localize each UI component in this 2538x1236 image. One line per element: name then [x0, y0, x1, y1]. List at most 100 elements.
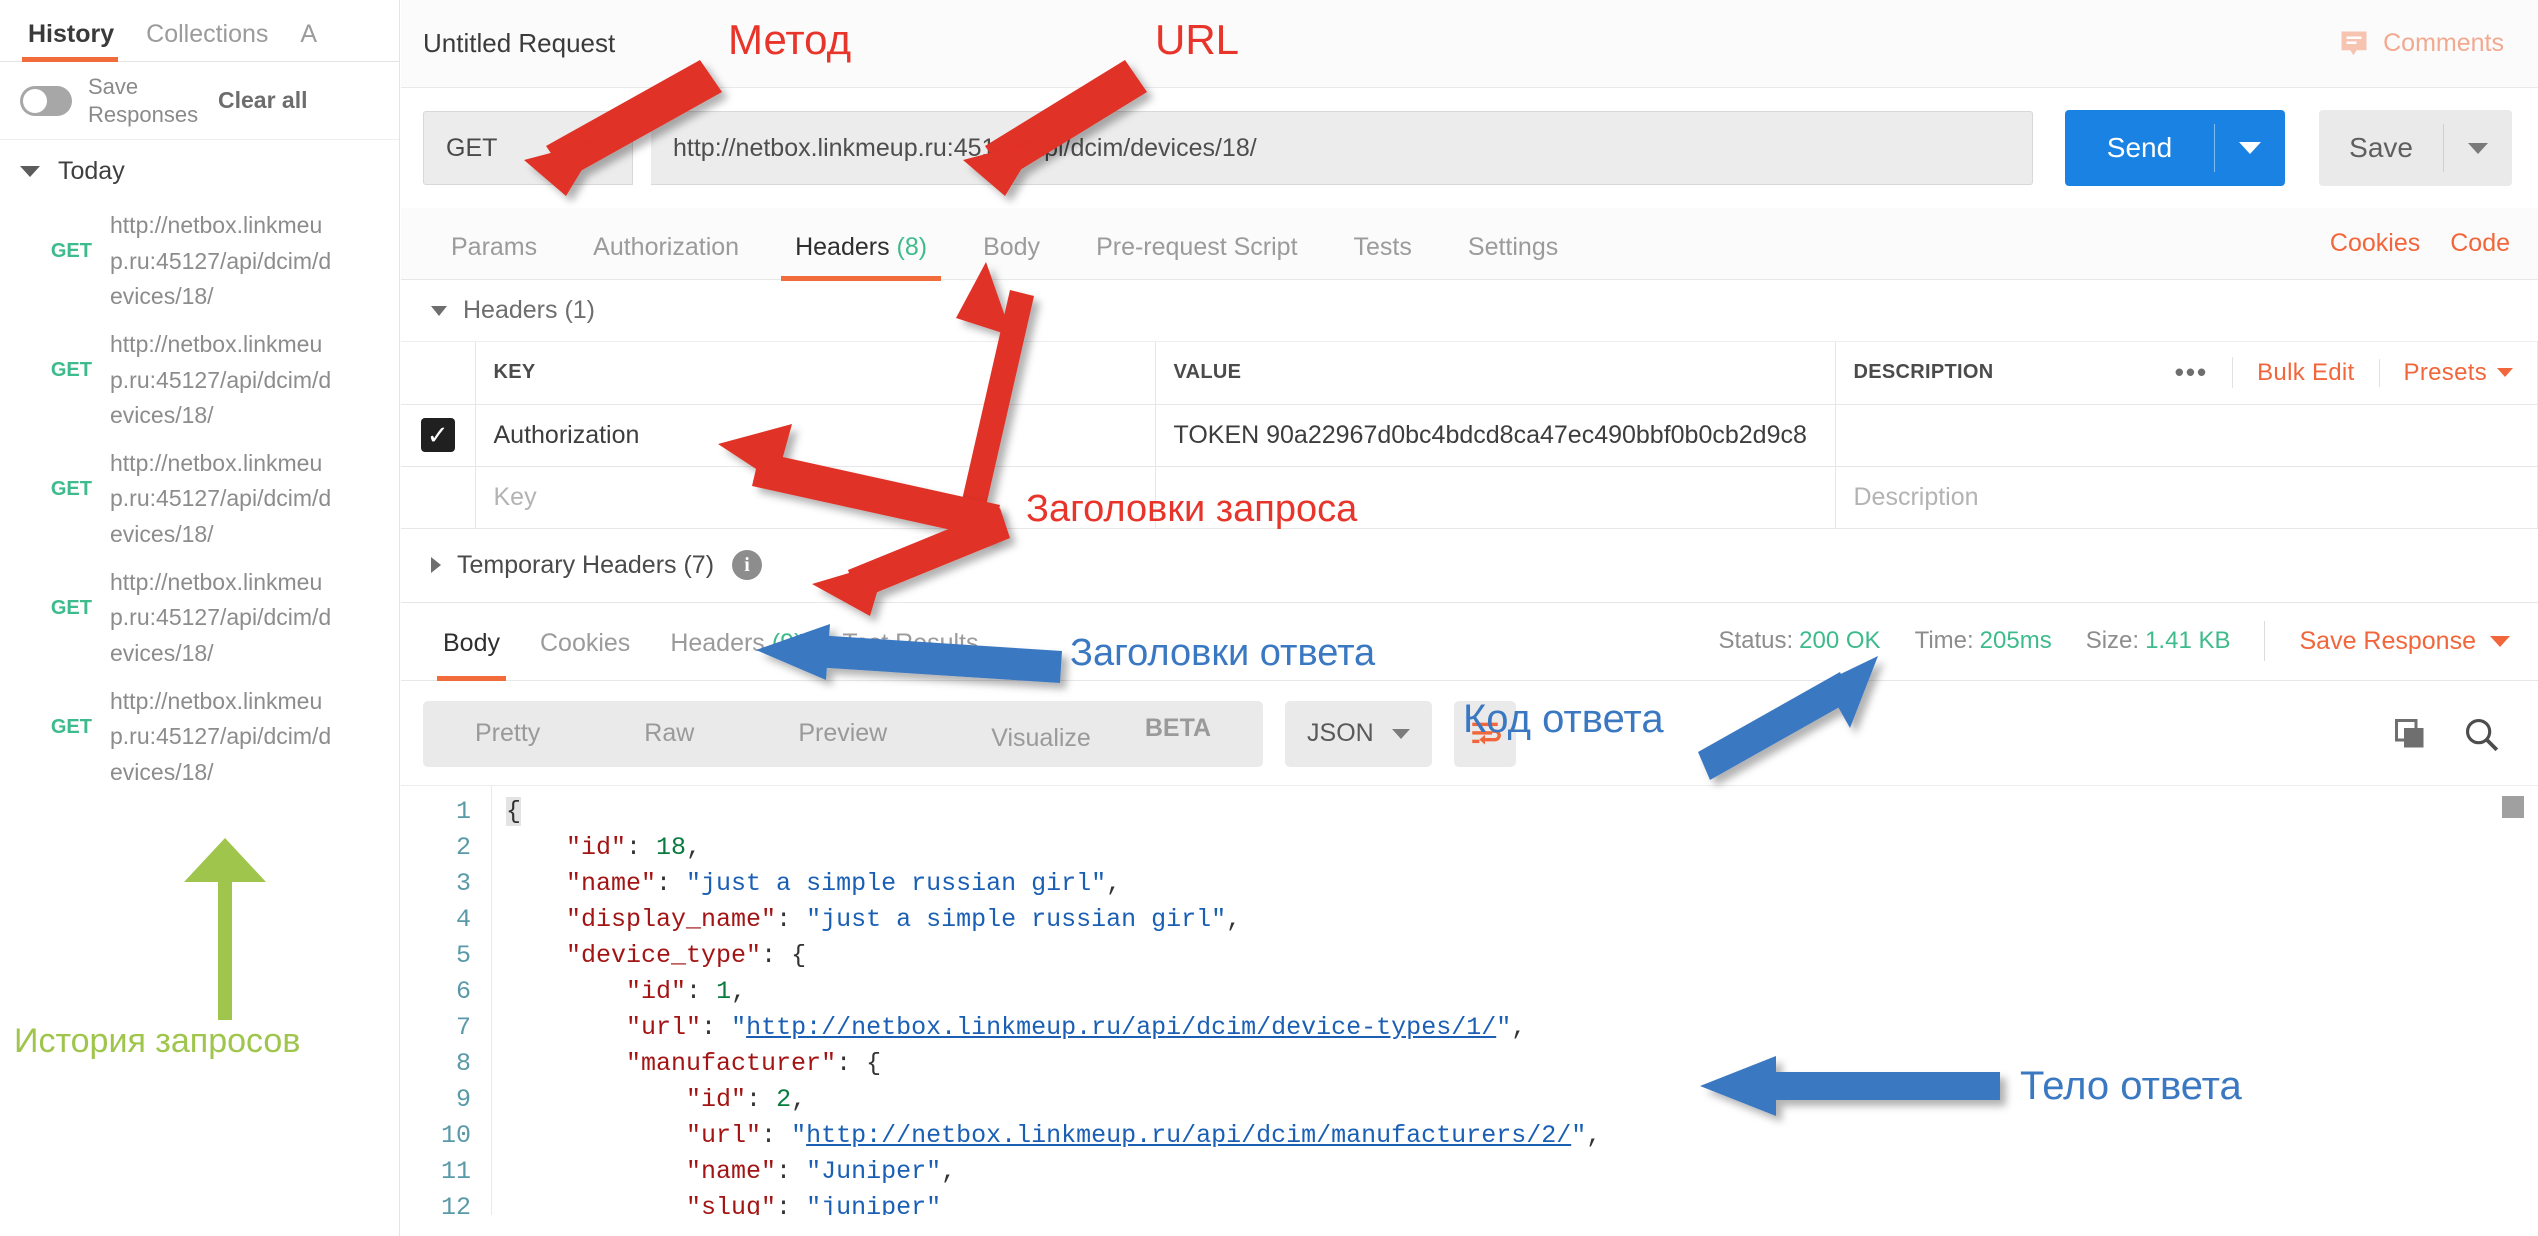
- row-key[interactable]: Authorization: [475, 404, 1155, 466]
- response-body-code[interactable]: 12345678910111213 { "id": 18, "name": "j…: [401, 785, 2538, 1215]
- headers-table: KEY VALUE DESCRIPTION ••• Bulk Edit Pres…: [401, 342, 2538, 529]
- code-token: ,: [941, 1157, 956, 1186]
- tab-headers[interactable]: Headers (8): [767, 233, 955, 280]
- code-token: ,: [1226, 905, 1241, 934]
- view-mode-raw[interactable]: Raw: [592, 719, 746, 748]
- save-response-button[interactable]: Save Response: [2299, 627, 2510, 656]
- annotation-label-url: URL: [1155, 16, 1239, 64]
- list-item[interactable]: GEThttp://netbox.linkmeup.ru:45127/api/d…: [0, 440, 399, 559]
- table-row[interactable]: Authorization TOKEN 90a22967d0bc4bdcd8ca…: [401, 404, 2538, 466]
- list-item[interactable]: GEThttp://netbox.linkmeup.ru:45127/api/d…: [0, 321, 399, 440]
- line-number: 6: [401, 974, 471, 1010]
- tab-tests[interactable]: Tests: [1326, 233, 1440, 280]
- code-token: "id": [686, 1085, 746, 1114]
- response-tab-headers[interactable]: Headers (9): [650, 629, 822, 680]
- response-tab-cookies[interactable]: Cookies: [520, 629, 650, 680]
- save-responses-toggle[interactable]: [20, 86, 72, 116]
- code-token: "just a simple russian girl": [806, 905, 1226, 934]
- view-mode-preview[interactable]: Preview: [746, 719, 939, 748]
- code-token: : {: [761, 941, 806, 970]
- send-options-button[interactable]: [2215, 142, 2285, 154]
- code-token: "url": [686, 1121, 761, 1150]
- chevron-down-icon: [2497, 368, 2513, 377]
- size-value: 1.41 KB: [2145, 627, 2230, 654]
- header-cell-check: [401, 342, 475, 404]
- request-title[interactable]: Untitled Request: [423, 28, 615, 59]
- list-item[interactable]: GEThttp://netbox.linkmeup.ru:45127/api/d…: [0, 202, 399, 321]
- request-tabs: ParamsAuthorizationHeaders (8)BodyPre-re…: [401, 208, 2538, 280]
- size-label: Size:: [2086, 627, 2139, 654]
- code-token: 18: [656, 833, 686, 862]
- copy-icon[interactable]: [2392, 716, 2428, 752]
- view-mode-visualize[interactable]: VisualizeBETA: [939, 714, 1263, 752]
- save-options-button[interactable]: [2444, 143, 2512, 154]
- scrollbar-thumb[interactable]: [2502, 796, 2524, 818]
- table-row-empty[interactable]: Key Description: [401, 466, 2538, 528]
- presets-button[interactable]: Presets: [2380, 359, 2537, 387]
- annotation-label-method: Метод: [728, 16, 851, 64]
- request-title-bar: Untitled Request Comments: [401, 0, 2538, 88]
- send-button[interactable]: Send: [2065, 110, 2285, 186]
- tab-count: (8): [890, 233, 928, 261]
- code-token: :: [776, 905, 806, 934]
- request-tab-links: Cookies Code: [2330, 229, 2510, 258]
- code-link[interactable]: Code: [2450, 229, 2510, 258]
- save-request-button[interactable]: Save: [2319, 110, 2512, 186]
- sidebar-tab-apis[interactable]: A: [290, 20, 320, 61]
- tab-body[interactable]: Body: [955, 233, 1068, 280]
- tab-authorization[interactable]: Authorization: [565, 233, 767, 280]
- response-tab-body[interactable]: Body: [423, 629, 520, 680]
- list-item-method: GET: [0, 684, 110, 791]
- code-content[interactable]: { "id": 18, "name": "just a simple russi…: [491, 786, 2538, 1215]
- code-token: :: [626, 833, 656, 862]
- sidebar-tab-history[interactable]: History: [18, 20, 136, 61]
- code-line: "slug": "juniper": [506, 1190, 2538, 1215]
- status-group: Status:200 OK: [1718, 627, 1880, 655]
- bulk-edit-button[interactable]: Bulk Edit: [2233, 359, 2379, 387]
- tab-pre-request-script[interactable]: Pre-request Script: [1068, 233, 1325, 280]
- row-checkbox-cell: [401, 404, 475, 466]
- code-token: http://netbox.linkmeup.ru/api/dcim/devic…: [746, 1013, 1496, 1042]
- beta-badge: BETA: [1119, 714, 1237, 742]
- new-description-input[interactable]: Description: [1835, 466, 2538, 528]
- header-enabled-checkbox[interactable]: [421, 418, 455, 452]
- code-token: :: [776, 1193, 806, 1215]
- row-description[interactable]: [1835, 404, 2538, 466]
- response-meta: Status:200 OK Time:205ms Size:1.41 KB Sa…: [1718, 621, 2510, 661]
- search-icon[interactable]: [2462, 715, 2500, 753]
- headers-section-header[interactable]: Headers (1): [401, 280, 2538, 342]
- code-token: 2: [776, 1085, 791, 1114]
- comments-button[interactable]: Comments: [2339, 29, 2504, 59]
- clear-all-button[interactable]: Clear all: [218, 87, 308, 114]
- code-token: ,: [731, 977, 746, 1006]
- code-token: "slug": [686, 1193, 776, 1215]
- row-checkbox-cell-empty: [401, 466, 475, 528]
- method-select[interactable]: GET: [423, 111, 633, 185]
- row-value[interactable]: TOKEN 90a22967d0bc4bdcd8ca47ec490bbf0b0c…: [1155, 404, 1835, 466]
- info-icon[interactable]: i: [732, 550, 762, 580]
- temporary-headers-section[interactable]: Temporary Headers (7) i: [401, 529, 2538, 603]
- tab-settings[interactable]: Settings: [1440, 233, 1586, 280]
- history-group-today[interactable]: Today: [0, 140, 399, 202]
- cookies-link[interactable]: Cookies: [2330, 229, 2420, 258]
- list-item-url: http://netbox.linkmeup.ru:45127/api/dcim…: [110, 684, 340, 791]
- view-mode-pretty[interactable]: Pretty: [423, 719, 592, 748]
- chevron-down-icon: [1392, 729, 1410, 739]
- more-options-icon[interactable]: •••: [2151, 357, 2233, 388]
- chevron-down-icon: [2468, 143, 2488, 154]
- line-number: 3: [401, 866, 471, 902]
- list-item[interactable]: GEThttp://netbox.linkmeup.ru:45127/api/d…: [0, 559, 399, 678]
- toggle-knob: [23, 89, 47, 113]
- chevron-down-icon: [431, 306, 447, 316]
- code-token: [506, 1157, 686, 1186]
- sidebar-tab-collections[interactable]: Collections: [136, 20, 290, 61]
- response-tab-test-results[interactable]: Test Results: [822, 629, 998, 680]
- tab-label: Headers: [670, 629, 765, 657]
- url-input[interactable]: http://netbox.linkmeup.ru:45127/api/dcim…: [651, 111, 2033, 185]
- line-numbers: 12345678910111213: [401, 786, 491, 1215]
- tab-params[interactable]: Params: [423, 233, 565, 280]
- list-item[interactable]: GEThttp://netbox.linkmeup.ru:45127/api/d…: [0, 678, 399, 797]
- table-actions: ••• Bulk Edit Presets: [2151, 357, 2537, 388]
- code-line: "id": 1,: [506, 974, 2538, 1010]
- format-select[interactable]: JSON: [1285, 701, 1432, 767]
